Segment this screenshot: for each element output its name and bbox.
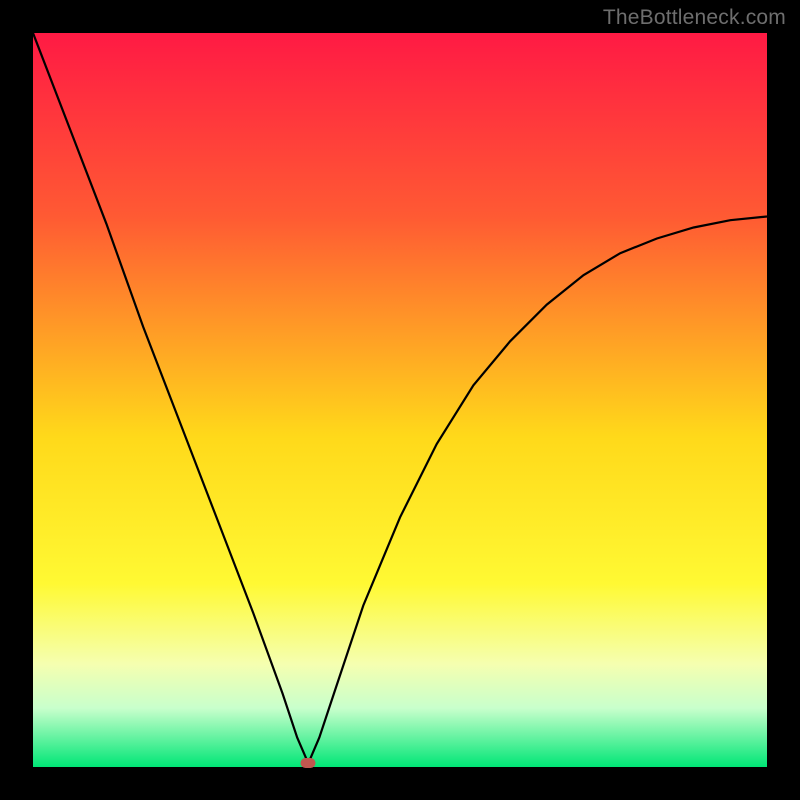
bottleneck-curve: [33, 33, 767, 767]
chart-frame: TheBottleneck.com: [0, 0, 800, 800]
attribution-text: TheBottleneck.com: [603, 6, 786, 30]
plot-area: [33, 33, 767, 767]
curve-path: [33, 33, 767, 763]
optimal-point-marker: [301, 758, 316, 768]
